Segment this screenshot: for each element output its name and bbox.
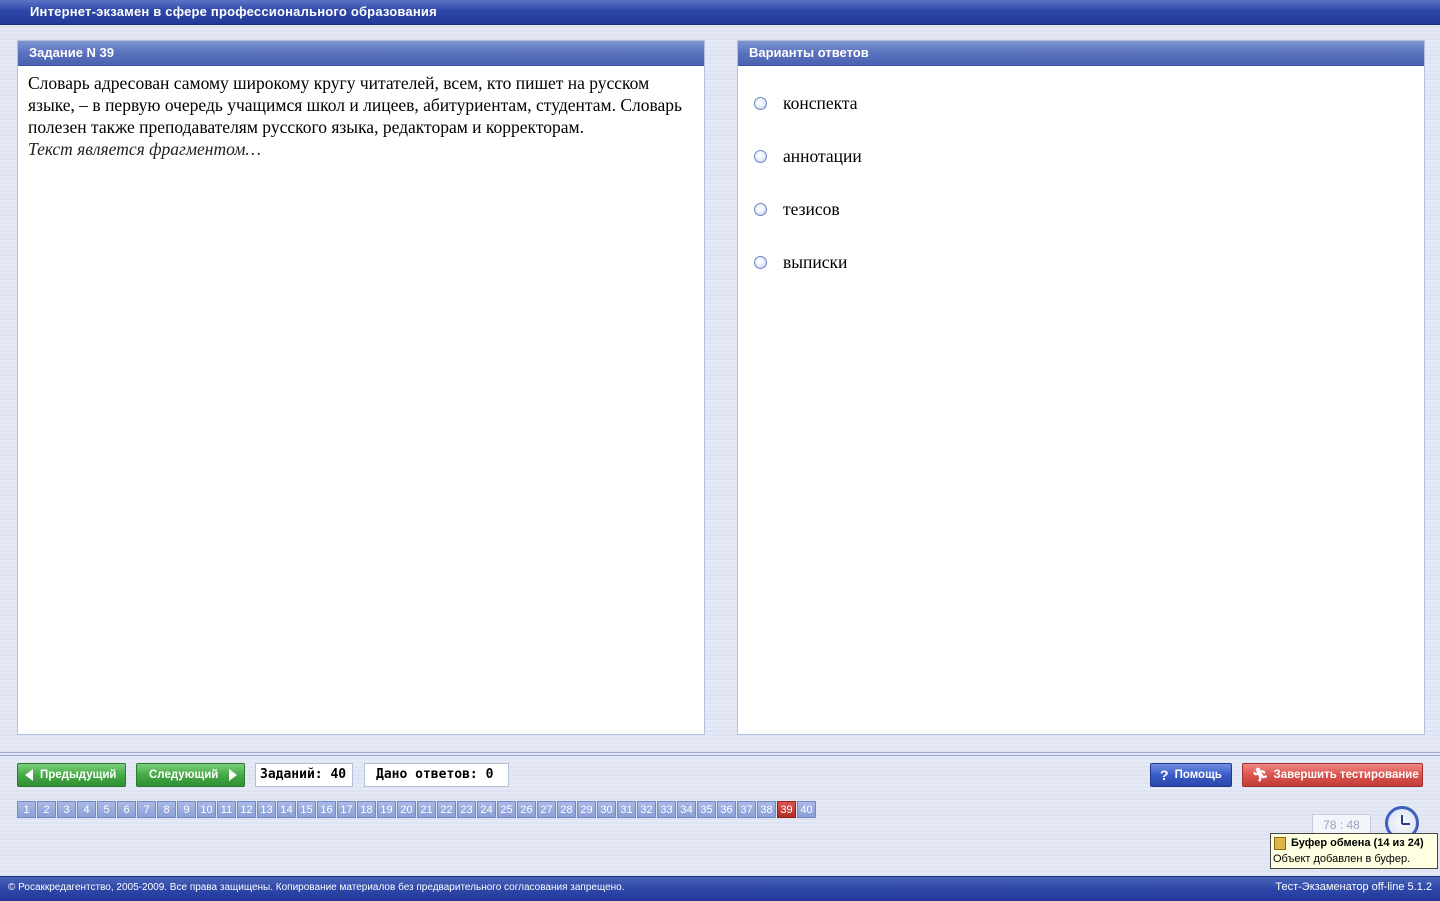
answer-option-4[interactable]: выписки: [754, 251, 847, 273]
tooltip-body: Объект добавлен в буфер.: [1273, 853, 1411, 865]
page-button-6[interactable]: 6: [117, 801, 136, 818]
answers-given-count: Дано ответов: 0: [364, 763, 509, 787]
clock-hand: [1402, 823, 1410, 825]
answer-option-1[interactable]: конспекта: [754, 92, 858, 114]
page-button-40[interactable]: 40: [797, 801, 816, 818]
tasks-count: Заданий: 40: [255, 763, 353, 787]
answer-label[interactable]: тезисов: [783, 199, 840, 220]
question-text: Словарь адресован самому широкому кругу …: [28, 73, 683, 137]
answers-header: Варианты ответов: [738, 41, 1424, 66]
divider: [0, 752, 1440, 753]
page-button-11[interactable]: 11: [217, 801, 236, 818]
prev-button[interactable]: Предыдущий: [17, 763, 126, 787]
footer-bar: © Росаккредагентство, 2005-2009. Все пра…: [0, 876, 1440, 901]
clipboard-icon: [1274, 837, 1286, 850]
question-text-block: Словарь адресован самому широкому кругу …: [28, 72, 694, 160]
finish-button-label: Завершить тестирование: [1273, 769, 1419, 781]
task-header: Задание N 39: [18, 41, 704, 66]
tooltip-title: Буфер обмена (14 из 24): [1291, 837, 1424, 849]
window-title: Интернет-экзамен в сфере профессионально…: [30, 4, 437, 19]
help-button[interactable]: ? Помощь: [1150, 763, 1232, 787]
copyright-text: © Росаккредагентство, 2005-2009. Все пра…: [8, 882, 625, 893]
clipboard-tooltip: Буфер обмена (14 из 24) Объект добавлен …: [1270, 833, 1438, 869]
page-button-3[interactable]: 3: [57, 801, 76, 818]
page-button-27[interactable]: 27: [537, 801, 556, 818]
page-button-18[interactable]: 18: [357, 801, 376, 818]
page-button-33[interactable]: 33: [657, 801, 676, 818]
page-button-10[interactable]: 10: [197, 801, 216, 818]
radio-button[interactable]: [754, 96, 767, 110]
question-hint: Текст является фрагментом…: [28, 139, 261, 159]
page-button-36[interactable]: 36: [717, 801, 736, 818]
page-button-23[interactable]: 23: [457, 801, 476, 818]
page-button-16[interactable]: 16: [317, 801, 336, 818]
next-button-label: Следующий: [149, 769, 219, 781]
page-button-26[interactable]: 26: [517, 801, 536, 818]
page-button-9[interactable]: 9: [177, 801, 196, 818]
page-button-30[interactable]: 30: [597, 801, 616, 818]
page-button-32[interactable]: 32: [637, 801, 656, 818]
page-button-8[interactable]: 8: [157, 801, 176, 818]
radio-button[interactable]: [754, 202, 767, 216]
page-button-25[interactable]: 25: [497, 801, 516, 818]
question-mark-icon: ?: [1160, 767, 1169, 783]
page-button-38[interactable]: 38: [757, 801, 776, 818]
page-button-2[interactable]: 2: [37, 801, 56, 818]
answer-option-2[interactable]: аннотации: [754, 145, 862, 167]
title-bar: Интернет-экзамен в сфере профессионально…: [0, 0, 1440, 25]
page-button-15[interactable]: 15: [297, 801, 316, 818]
page-button-35[interactable]: 35: [697, 801, 716, 818]
page-button-14[interactable]: 14: [277, 801, 296, 818]
page-button-13[interactable]: 13: [257, 801, 276, 818]
answer-option-3[interactable]: тезисов: [754, 198, 840, 220]
page-button-24[interactable]: 24: [477, 801, 496, 818]
page-button-28[interactable]: 28: [557, 801, 576, 818]
radio-button[interactable]: [754, 149, 767, 163]
answer-label[interactable]: аннотации: [783, 146, 862, 167]
answer-label[interactable]: выписки: [783, 252, 847, 273]
page-button-5[interactable]: 5: [97, 801, 116, 818]
page-button-4[interactable]: 4: [77, 801, 96, 818]
page-button-34[interactable]: 34: [677, 801, 696, 818]
help-button-label: Помощь: [1174, 769, 1222, 781]
divider: [0, 755, 1440, 756]
arrow-right-icon: [229, 769, 238, 781]
version-text: Тест-Экзаменатор off-line 5.1.2: [1275, 881, 1432, 893]
page-button-1[interactable]: 1: [17, 801, 36, 818]
task-panel: Задание N 39 Словарь адресован самому ши…: [17, 40, 705, 735]
answer-label[interactable]: конспекта: [783, 93, 858, 114]
page-button-22[interactable]: 22: [437, 801, 456, 818]
page-button-31[interactable]: 31: [617, 801, 636, 818]
prev-button-label: Предыдущий: [40, 769, 117, 781]
page-button-12[interactable]: 12: [237, 801, 256, 818]
arrow-left-icon: [25, 769, 33, 781]
page-button-7[interactable]: 7: [137, 801, 156, 818]
page-button-19[interactable]: 19: [377, 801, 396, 818]
answers-panel: Варианты ответов конспекта аннотации тез…: [737, 40, 1425, 735]
next-button[interactable]: Следующий: [136, 763, 245, 787]
finish-test-button[interactable]: 🏃︎ Завершить тестирование: [1242, 763, 1423, 787]
page-button-39[interactable]: 39: [777, 801, 796, 818]
page-button-20[interactable]: 20: [397, 801, 416, 818]
page-button-17[interactable]: 17: [337, 801, 356, 818]
page-button-21[interactable]: 21: [417, 801, 436, 818]
radio-button[interactable]: [754, 255, 767, 269]
page-button-37[interactable]: 37: [737, 801, 756, 818]
running-man-icon: 🏃︎: [1252, 767, 1269, 782]
page-button-29[interactable]: 29: [577, 801, 596, 818]
task-pager: 1 2 3 4 5 6 7 8 9 10 11 12 13 14 15 16 17 18 19 20 21 22 23 24 2…: [17, 801, 817, 819]
